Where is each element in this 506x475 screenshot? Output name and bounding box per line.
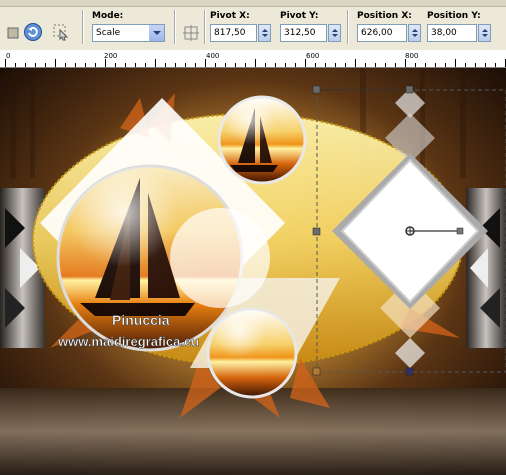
toolbar-separator [82, 10, 84, 44]
horizontal-ruler: 0 200 400 600 800 [0, 50, 506, 68]
ruler-tick [155, 59, 156, 67]
ruler-tick [95, 63, 96, 67]
ruler-mark: 600 [306, 52, 320, 60]
ruler-tick [295, 63, 296, 67]
ruler-tick [465, 63, 466, 67]
ruler-tick [245, 63, 246, 67]
chevron-down-icon[interactable] [149, 25, 164, 41]
toolbar-separator [347, 10, 349, 44]
ruler-tick [225, 63, 226, 67]
ruler-tick [475, 63, 476, 67]
handle-bottom-left[interactable] [312, 367, 321, 376]
pick-tool-icon[interactable] [50, 21, 72, 43]
ruler-tick [355, 59, 356, 67]
ruler-tick [65, 63, 66, 67]
toolbar-separator [174, 10, 176, 44]
ruler-mark: 0 [6, 52, 11, 60]
ruler-tick [425, 63, 426, 67]
tool-options-bar: Mode: Scale Pivot X: 817,50 Pivot Y: 312… [0, 0, 506, 51]
ruler-tick [165, 63, 166, 67]
ruler-tick [325, 63, 326, 67]
position-x-field[interactable]: 626,00 [357, 24, 407, 42]
ruler-tick [35, 63, 36, 67]
position-x-spinner[interactable] [408, 24, 421, 42]
artwork: Pinuccia www.maidiregrafica.eu [0, 68, 506, 475]
ruler-tick [75, 63, 76, 67]
ruler-tick [105, 59, 106, 67]
watermark-line1: Pinuccia [112, 312, 170, 328]
position-y-label: Position Y: [427, 11, 481, 21]
ruler-mark: 400 [206, 52, 220, 60]
ruler-tick [345, 63, 346, 67]
ruler-tick [435, 63, 436, 67]
ruler-tick [175, 63, 176, 67]
ruler-tick [235, 63, 236, 67]
align-icon[interactable] [180, 22, 202, 44]
ruler-tick [455, 59, 456, 67]
ruler-tick [15, 63, 16, 67]
position-y-field[interactable]: 38,00 [427, 24, 477, 42]
reset-icon[interactable] [22, 21, 44, 43]
ruler-tick [265, 63, 266, 67]
pivot-y-spinner[interactable] [328, 24, 341, 42]
ruler-tick [445, 63, 446, 67]
ruler-tick [125, 63, 126, 67]
image-canvas[interactable]: Pinuccia www.maidiregrafica.eu [0, 68, 506, 475]
handle-bottom-middle[interactable] [405, 367, 414, 376]
ruler-tick [385, 63, 386, 67]
ruler-tick [85, 63, 86, 67]
handle-middle-left[interactable] [312, 227, 321, 236]
ruler-tick [365, 63, 366, 67]
handle-top-left[interactable] [312, 85, 321, 94]
ruler-tick [275, 63, 276, 67]
mode-select-value: Scale [96, 28, 121, 38]
ruler-tick [195, 63, 196, 67]
pivot-y-label: Pivot Y: [280, 11, 319, 21]
mode-select[interactable]: Scale [92, 24, 165, 42]
toolbar-separator [204, 10, 206, 44]
ruler-tick [55, 59, 56, 67]
ruler-tick [395, 63, 396, 67]
sailboat-circle-top [217, 95, 307, 185]
pivot-y-field[interactable]: 312,50 [280, 24, 327, 42]
ruler-tick [485, 63, 486, 67]
ruler-tick [335, 63, 336, 67]
ruler-tick [285, 63, 286, 67]
floor [0, 388, 506, 475]
ruler-tick [405, 59, 406, 67]
ruler-tick [375, 63, 376, 67]
ruler-tick [115, 63, 116, 67]
ruler-tick [215, 63, 216, 67]
ruler-tick [145, 63, 146, 67]
ruler-tick [495, 63, 496, 67]
sunset-circle-bottom [206, 307, 298, 399]
ruler-mark: 200 [104, 52, 118, 60]
ruler-tick [305, 59, 306, 67]
ruler-tick [205, 59, 206, 67]
position-x-label: Position X: [357, 11, 412, 21]
toolbar-top-strip [0, 0, 506, 7]
ruler-tick [185, 63, 186, 67]
ruler-tick [135, 63, 136, 67]
handle-top-middle[interactable] [405, 85, 414, 94]
ruler-tick [25, 63, 26, 67]
tool-preset-icon[interactable] [2, 22, 24, 44]
pivot-x-field[interactable]: 817,50 [210, 24, 257, 42]
right-checker-panel [466, 188, 506, 348]
mode-label: Mode: [92, 11, 124, 21]
ruler-tick [5, 59, 6, 67]
pivot-x-spinner[interactable] [258, 24, 271, 42]
pivot-x-label: Pivot X: [210, 11, 250, 21]
ruler-tick [415, 63, 416, 67]
ruler-mark: 800 [405, 52, 419, 60]
ruler-tick [315, 63, 316, 67]
position-y-spinner[interactable] [478, 24, 491, 42]
watermark-line2: www.maidiregrafica.eu [57, 334, 199, 349]
ruler-tick [255, 59, 256, 67]
ruler-tick [45, 63, 46, 67]
